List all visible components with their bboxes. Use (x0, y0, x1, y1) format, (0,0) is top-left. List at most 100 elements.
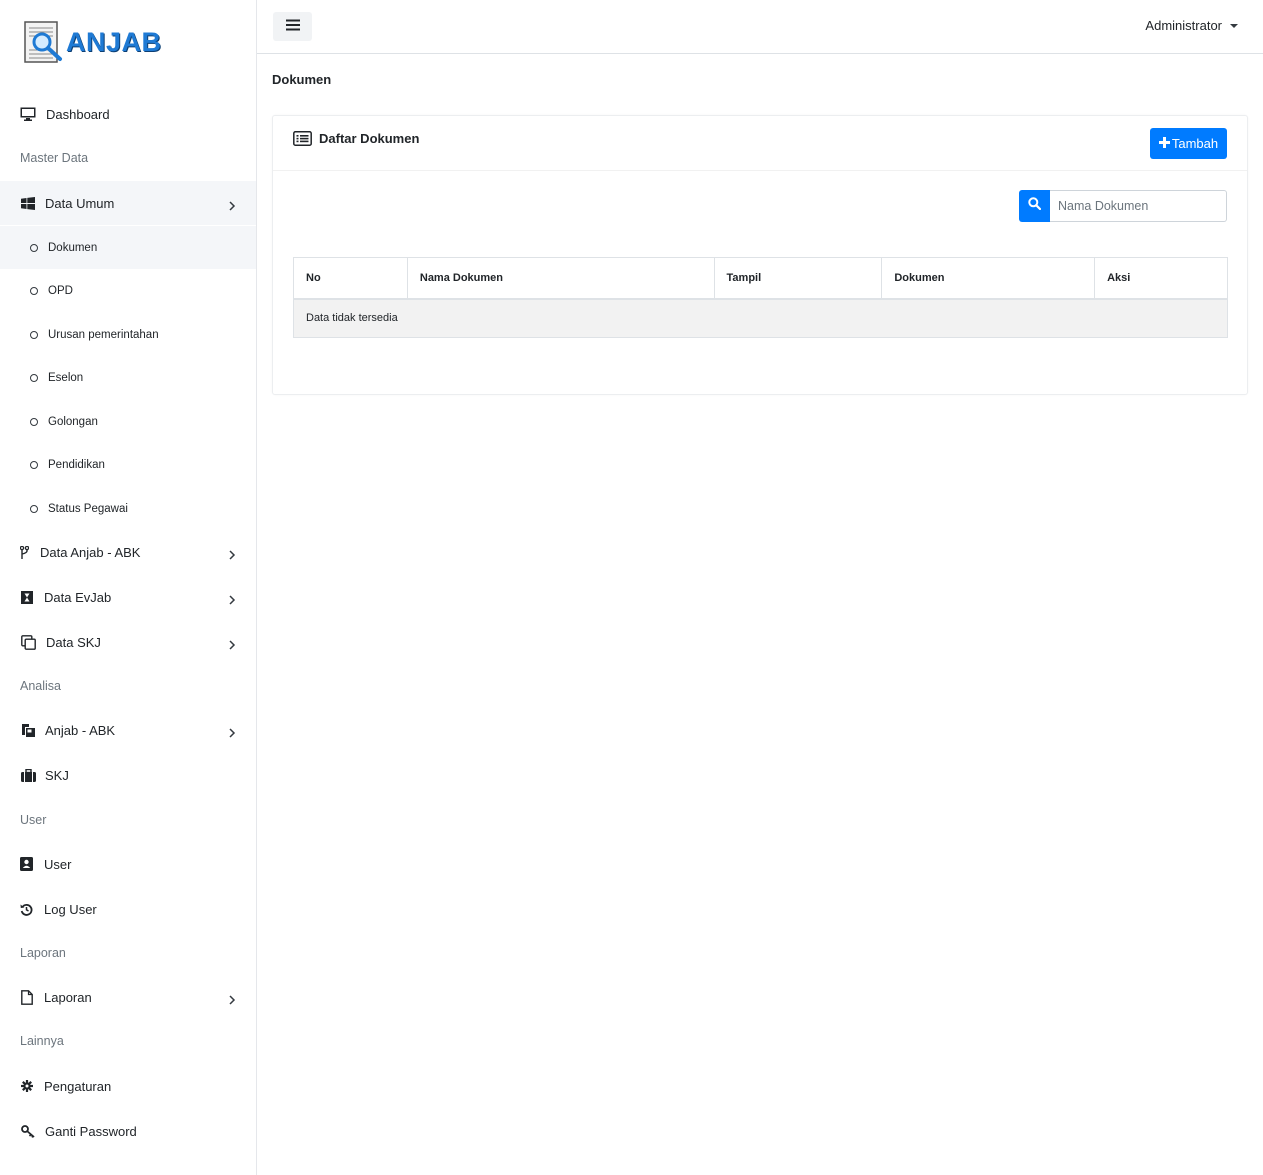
col-header-nama-dokumen[interactable]: Nama Dokumen (406, 257, 715, 300)
sidebar-item-label: Data Anjab - ABK (40, 544, 141, 560)
brand-logo-icon (24, 20, 66, 64)
sidebar-subitem-label: Status Pegawai (48, 502, 128, 515)
sidebar-item-pengaturan[interactable]: Pengaturan (0, 1064, 256, 1108)
sidebar-subitem-urusan[interactable]: Urusan pemerintahan (0, 313, 256, 356)
user-dropdown[interactable]: Administrator (1145, 18, 1238, 33)
sidebar-item-laporan[interactable]: Laporan (0, 975, 256, 1019)
chevron-right-icon (228, 593, 236, 605)
chevron-right-icon (228, 548, 236, 560)
documents-table: No Nama Dokumen Tampil Dokumen Aksi Data… (293, 257, 1228, 338)
sidebar-item-label: User (44, 856, 72, 872)
sidebar-subitem-dokumen[interactable]: Dokumen (0, 226, 256, 269)
brand[interactable]: ANJAB (24, 19, 162, 65)
sidebar-item-ganti-password[interactable]: Ganti Password (0, 1109, 256, 1153)
chevron-right-icon (228, 638, 236, 650)
sidebar-subitem-label: OPD (48, 284, 73, 297)
briefcase-icon (20, 767, 36, 783)
sidebar-item-label: Data SKJ (46, 634, 101, 650)
add-button-label: Tambah (1171, 136, 1219, 151)
sidebar-subitem-eselon[interactable]: Eselon (0, 356, 256, 399)
sidebar-subitem-golongan[interactable]: Golongan (0, 400, 256, 443)
hamburger-icon (285, 18, 300, 36)
chevron-right-icon (228, 993, 236, 1005)
sidebar-item-label: Anjab - ABK (45, 722, 116, 738)
monitor-icon (20, 106, 36, 122)
card-header: Daftar Dokumen Tambah (273, 116, 1247, 171)
topbar: Administrator (257, 0, 1263, 54)
sidebar-item-label: Ganti Password (45, 1123, 137, 1139)
sidebar-item-label: Data EvJab (44, 589, 112, 605)
brand-name: ANJAB (66, 26, 162, 57)
menu-toggle-button[interactable] (273, 12, 312, 41)
gear-icon (20, 1078, 33, 1094)
copy-icon (20, 722, 36, 738)
sidebar-subitem-label: Dokumen (48, 241, 98, 254)
search-button[interactable] (1019, 190, 1050, 222)
sidebar-item-label: Data Umum (45, 195, 115, 211)
sidebar-item-data-evjab[interactable]: Data EvJab (0, 575, 256, 619)
circle-icon (30, 286, 38, 295)
history-icon (20, 901, 33, 917)
search-input[interactable] (1050, 190, 1227, 222)
col-header-dokumen[interactable]: Dokumen (881, 257, 1096, 300)
list-alt-icon (293, 131, 312, 146)
sidebar-item-data-skj[interactable]: Data SKJ (0, 620, 256, 664)
sidebar-subitem-label: Pendidikan (48, 458, 105, 471)
search-icon (1028, 197, 1042, 215)
clone-icon (20, 634, 36, 650)
circle-icon (30, 243, 38, 252)
sidebar-item-log-user[interactable]: Log User (0, 887, 256, 931)
sidebar-item-dashboard[interactable]: Dashboard (0, 92, 256, 136)
col-header-tampil[interactable]: Tampil (713, 257, 883, 300)
col-header-aksi[interactable]: Aksi (1094, 257, 1228, 300)
menu-header-laporan: Laporan (20, 946, 66, 960)
document-card: Daftar Dokumen Tambah No Nama Dokumen Ta… (272, 115, 1248, 395)
sidebar-item-anjab-abk[interactable]: Anjab - ABK (0, 708, 256, 752)
chevron-right-icon (228, 726, 236, 738)
circle-icon (30, 504, 38, 513)
sidebar-subitem-label: Eselon (48, 371, 84, 384)
sidebar: ANJAB Dashboard Master Data Data Umum Do… (0, 0, 257, 1175)
caret-down-icon (1230, 23, 1238, 28)
menu-header-analisa: Analisa (20, 679, 61, 693)
empty-table-message: Data tidak tersedia (293, 298, 1228, 338)
sidebar-subitem-pendidikan[interactable]: Pendidikan (0, 443, 256, 486)
address-book-icon (20, 856, 33, 872)
menu-header-lainnya: Lainnya (20, 1034, 64, 1048)
key-icon (20, 1123, 35, 1139)
file-icon (20, 989, 33, 1005)
code-branch-icon (20, 544, 29, 560)
sidebar-item-label: Laporan (44, 989, 92, 1005)
card-title: Daftar Dokumen (293, 131, 419, 146)
sidebar-item-data-anjab[interactable]: Data Anjab - ABK (0, 530, 256, 574)
sidebar-item-label: Pengaturan (44, 1078, 112, 1094)
search-group (1019, 190, 1227, 222)
windows-icon (20, 195, 36, 211)
plus-icon (1158, 135, 1170, 152)
hourglass-icon (20, 589, 33, 605)
card-title-text: Daftar Dokumen (319, 131, 420, 146)
sidebar-subitem-opd[interactable]: OPD (0, 269, 256, 312)
menu-header-master: Master Data (20, 151, 89, 165)
menu-header-user: User (20, 813, 47, 827)
circle-icon (30, 417, 38, 426)
circle-icon (30, 373, 38, 382)
circle-icon (30, 330, 38, 339)
col-header-no[interactable]: No (293, 257, 408, 300)
sidebar-subitem-label: Golongan (48, 415, 98, 428)
sidebar-subitem-label: Urusan pemerintahan (48, 328, 159, 341)
sidebar-item-label: Log User (44, 901, 97, 917)
chevron-right-icon (228, 199, 236, 211)
sidebar-item-skj[interactable]: SKJ (0, 753, 256, 797)
table-header-row: No Nama Dokumen Tampil Dokumen Aksi (293, 257, 1228, 300)
page-title: Dokumen (272, 72, 332, 87)
sidebar-item-user[interactable]: User (0, 842, 256, 886)
sidebar-subitem-status-pegawai[interactable]: Status Pegawai (0, 487, 256, 530)
user-name: Administrator (1145, 18, 1222, 33)
sidebar-item-label: Dashboard (46, 106, 110, 122)
sidebar-item-data-umum[interactable]: Data Umum (0, 181, 256, 225)
sidebar-item-label: SKJ (45, 767, 69, 783)
add-document-button[interactable]: Tambah (1150, 128, 1227, 159)
circle-icon (30, 460, 38, 469)
table-row: Data tidak tersedia (293, 298, 1228, 338)
